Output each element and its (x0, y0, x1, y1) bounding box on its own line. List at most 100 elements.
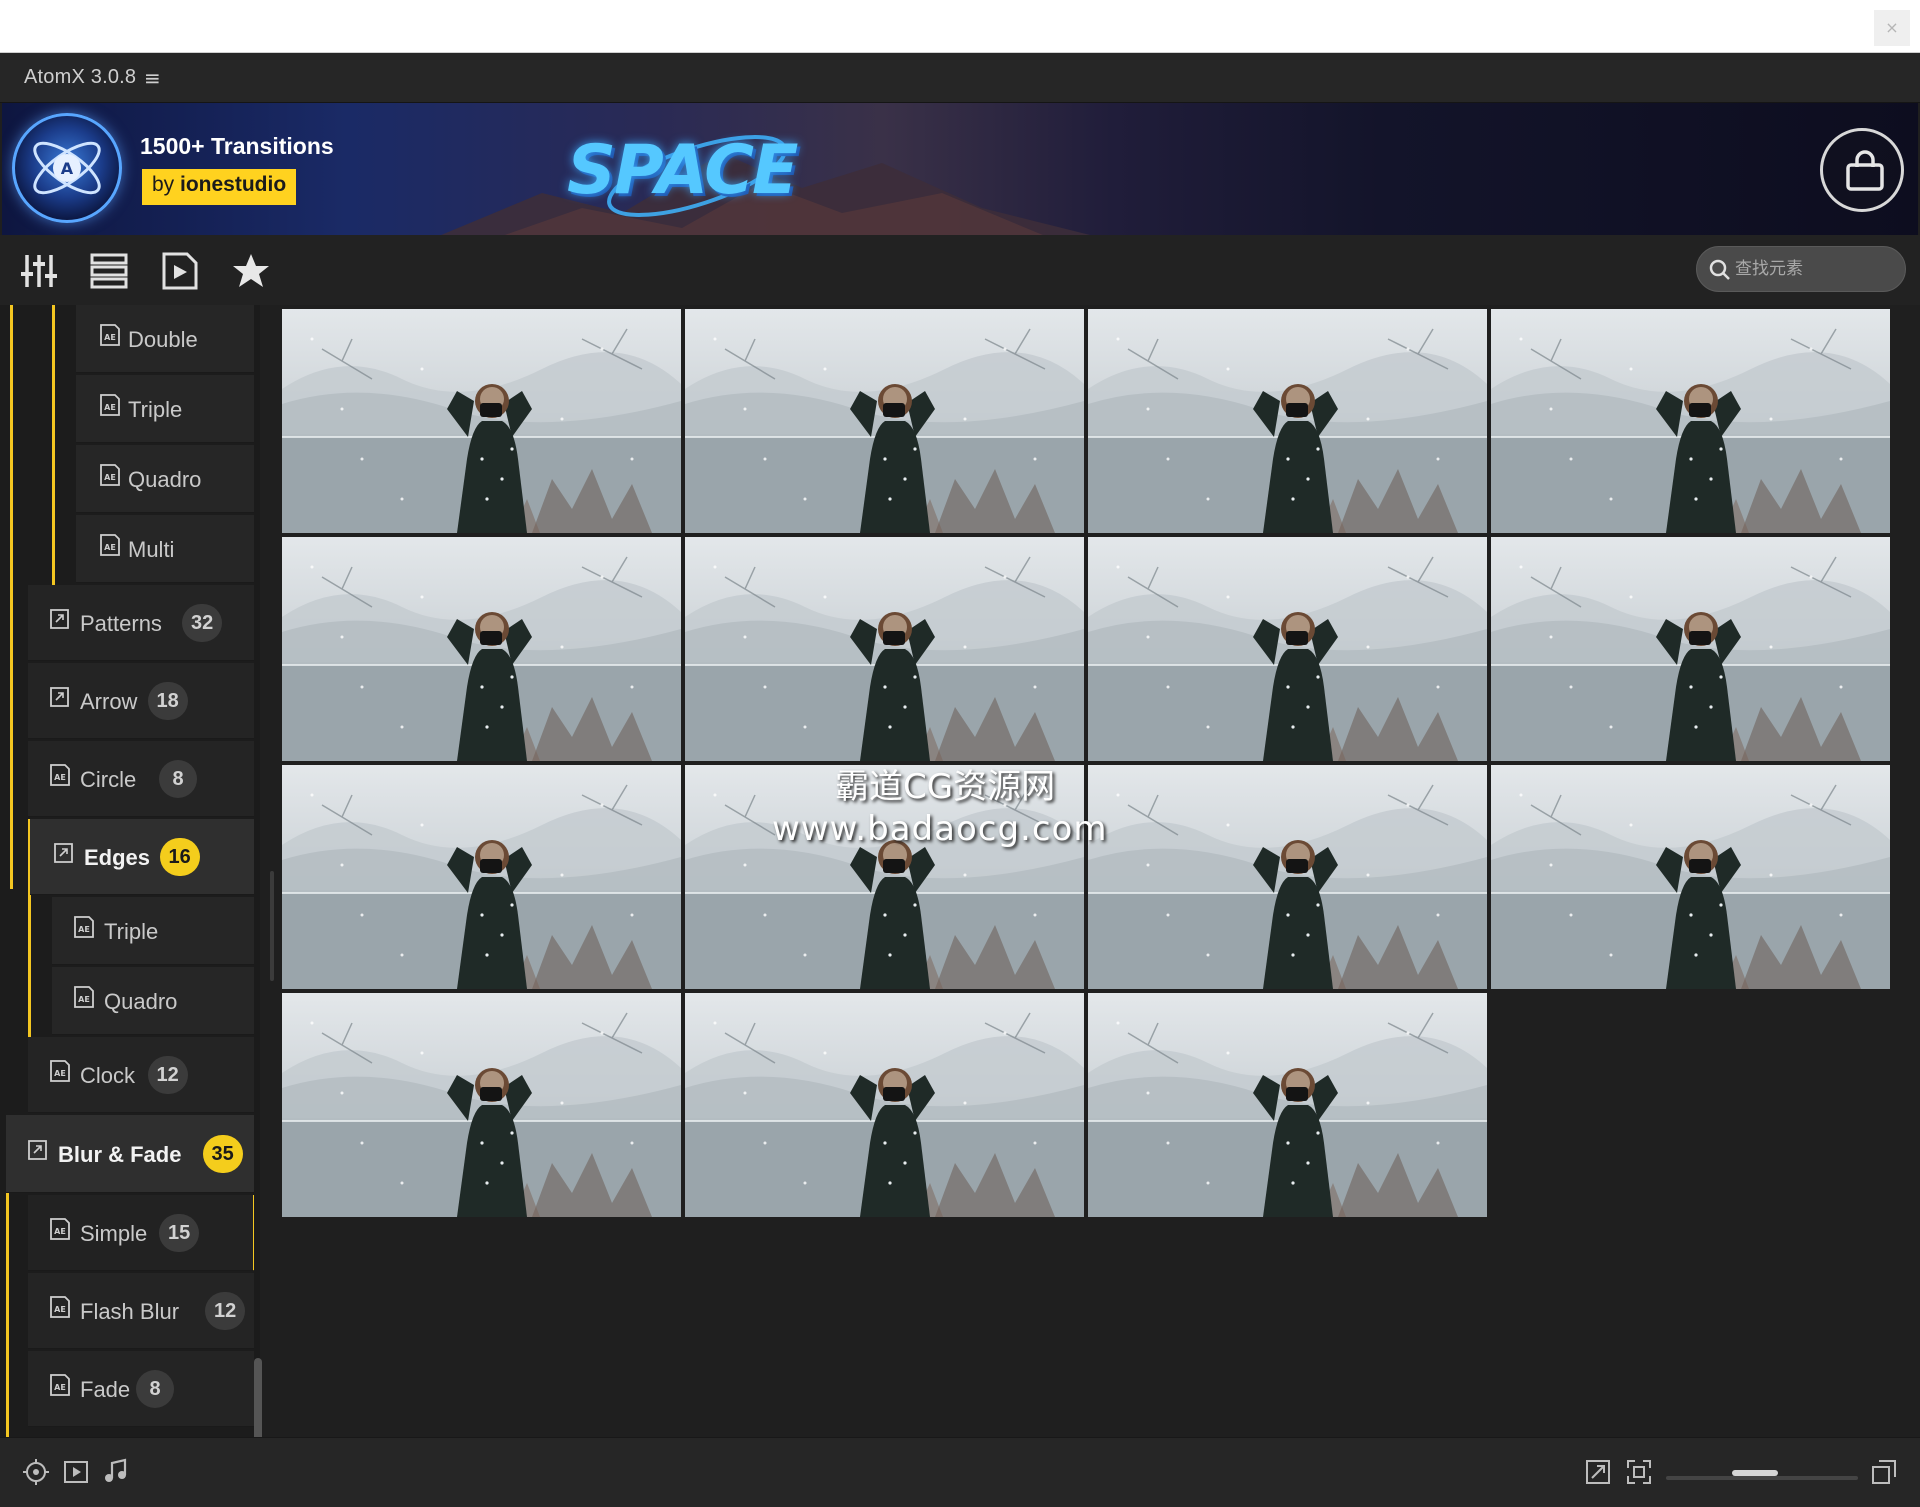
ae-preset-icon: AE (74, 986, 94, 1008)
sidebar-scroll-track[interactable] (254, 305, 260, 1490)
fullscreen-icon[interactable] (1870, 1458, 1898, 1486)
expand-icon[interactable] (1584, 1458, 1612, 1486)
preset-thumbnail[interactable] (1088, 765, 1487, 989)
category-sidebar: AE Double AE Triple AE Quadro AE Multi Patterns 3… (0, 305, 256, 1490)
window-title-bar: × (0, 0, 1920, 53)
svg-text:AE: AE (104, 403, 116, 412)
promo-banner[interactable]: A 1500+ Transitions by ionestudio SPACE (2, 103, 1918, 235)
count-badge: 18 (147, 682, 188, 720)
music-icon[interactable] (102, 1458, 130, 1486)
preset-thumbnail[interactable] (1088, 309, 1487, 533)
preset-thumbnail[interactable] (282, 537, 681, 761)
sidebar-item-label: Fade (80, 1377, 131, 1402)
preset-thumbnail[interactable] (685, 537, 1084, 761)
sidebar-item-label: Quadro (104, 989, 178, 1014)
atomx-logo: A (12, 113, 122, 223)
svg-text:AE: AE (78, 995, 90, 1004)
sidebar-item-simple[interactable]: AE Simple 15 (28, 1195, 256, 1271)
sidebar-item-flash-blur[interactable]: AE Flash Blur 12 (28, 1273, 256, 1349)
shopping-bag-icon (1846, 150, 1884, 191)
svg-text:AE: AE (54, 1227, 66, 1236)
tree-guide-line (10, 305, 13, 889)
preset-thumbnail[interactable] (1088, 993, 1487, 1217)
ae-preset-icon: AE (100, 324, 120, 346)
banner-byline: by ionestudio (142, 169, 297, 205)
sidebar-item-double[interactable]: AE Double (76, 305, 256, 373)
preset-thumbnail[interactable] (1491, 309, 1890, 533)
ae-preset-icon: AE (100, 534, 120, 556)
ae-preset-icon: AE (50, 1060, 70, 1082)
count-badge: 32 (182, 604, 223, 642)
search-box[interactable] (1696, 246, 1906, 292)
count-badge: 16 (159, 838, 200, 876)
snow-photographer-image (282, 537, 681, 761)
sidebar-item-label: Arrow (80, 689, 138, 714)
window-close-button[interactable]: × (1874, 10, 1910, 46)
bottom-bar (0, 1437, 1920, 1507)
app-title: AtomX 3.0.8 (24, 66, 137, 88)
preset-thumbnail[interactable] (1088, 537, 1487, 761)
app-header: AtomX 3.0.8 ≡ (0, 53, 1920, 103)
sidebar-item-circle[interactable]: AE Circle 8 (28, 741, 256, 817)
sidebar-item-patterns[interactable]: Patterns 32 (28, 585, 256, 661)
sidebar-item-label: Simple (80, 1221, 148, 1246)
sidebar-item-label: Edges (84, 845, 151, 870)
svg-text:AE: AE (54, 773, 66, 782)
ae-preset-icon: AE (50, 1218, 70, 1240)
snow-photographer-image (282, 309, 681, 533)
watermark-line-1: 霸道CG资源网 (835, 767, 1056, 807)
preset-thumbnail[interactable] (1491, 765, 1890, 989)
svg-text:AE: AE (104, 333, 116, 342)
sidebar-item-blur-fade[interactable]: Blur & Fade 35 (6, 1115, 256, 1193)
sidebar-item-label: Double (128, 327, 198, 352)
count-badge: 12 (147, 1056, 188, 1094)
snow-photographer-image (282, 765, 681, 989)
sliders-icon[interactable] (20, 252, 58, 290)
preset-thumbnail-grid (282, 309, 1894, 1219)
sidebar-item-clock[interactable]: AE Clock 12 (28, 1037, 256, 1113)
sidebar-item-triple[interactable]: AE Triple (52, 897, 256, 965)
search-input[interactable] (1735, 255, 1895, 283)
sidebar-item-arrow[interactable]: Arrow 18 (28, 663, 256, 739)
shop-bag-button[interactable] (1820, 128, 1904, 212)
star-icon[interactable] (232, 252, 270, 290)
preset-thumbnail[interactable] (685, 993, 1084, 1217)
preset-thumbnail[interactable] (282, 309, 681, 533)
sidebar-inner-scrollbar[interactable] (270, 871, 274, 981)
watermark-line-2: www.badaocg.com (772, 809, 1108, 849)
snow-photographer-image (685, 537, 1084, 761)
sidebar-item-multi[interactable]: AE Multi (76, 515, 256, 583)
banner-headline: 1500+ Transitions (140, 133, 334, 159)
preset-thumbnail[interactable] (685, 309, 1084, 533)
preset-thumbnail[interactable] (282, 765, 681, 989)
fit-icon[interactable] (1625, 1458, 1653, 1486)
preset-thumbnail[interactable] (282, 993, 681, 1217)
preset-thumbnail[interactable] (1491, 537, 1890, 761)
folder-preset-icon (50, 687, 69, 707)
play-file-icon[interactable] (161, 252, 199, 290)
sidebar-item-edges[interactable]: Edges 16 (30, 819, 256, 895)
sidebar-item-triple[interactable]: AE Triple (76, 375, 256, 443)
target-icon[interactable] (22, 1458, 50, 1486)
folder-preset-icon (50, 609, 69, 629)
zoom-slider-track[interactable] (1666, 1476, 1858, 1480)
svg-text:AE: AE (104, 543, 116, 552)
ae-preset-icon: AE (50, 1374, 70, 1396)
svg-text:AE: AE (54, 1069, 66, 1078)
zoom-slider-thumb[interactable] (1731, 1470, 1778, 1476)
video-icon[interactable] (62, 1458, 90, 1486)
snow-photographer-image (1088, 993, 1487, 1217)
snow-photographer-image (685, 309, 1084, 533)
sidebar-item-quadro[interactable]: AE Quadro (76, 445, 256, 513)
hamburger-menu-icon[interactable]: ≡ (144, 66, 161, 90)
list-view-icon[interactable] (90, 252, 128, 290)
sidebar-item-label: Circle (80, 767, 137, 792)
sidebar-item-fade[interactable]: AE Fade 8 (28, 1351, 256, 1427)
svg-text:AE: AE (104, 473, 116, 482)
folder-preset-icon (54, 843, 73, 863)
sidebar-item-label: Triple (104, 919, 159, 944)
sidebar-item-quadro[interactable]: AE Quadro (52, 967, 256, 1035)
snow-photographer-image (1088, 765, 1487, 989)
count-badge: 12 (205, 1292, 246, 1330)
ae-preset-icon: AE (100, 464, 120, 486)
